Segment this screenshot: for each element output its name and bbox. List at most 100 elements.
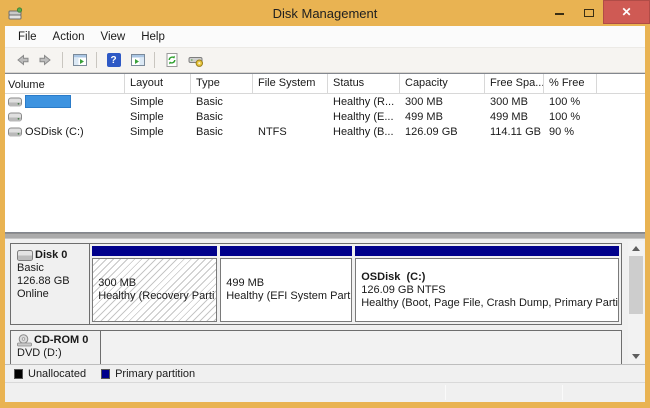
help-button[interactable]: ? bbox=[103, 50, 124, 70]
cell-free-space: 300 MB bbox=[485, 96, 544, 108]
volume-drive-icon bbox=[8, 97, 22, 107]
menu-help[interactable]: Help bbox=[133, 28, 173, 46]
window-frame-bottom bbox=[0, 402, 650, 408]
disk-management-app-icon bbox=[7, 5, 24, 22]
menubar: File Action View Help bbox=[5, 26, 645, 48]
console-tree-button[interactable] bbox=[69, 50, 90, 70]
console-tree-icon bbox=[72, 52, 88, 68]
cell-file-system: NTFS bbox=[253, 126, 328, 138]
disk-management-window: Disk Management ✕ File Action View Help bbox=[0, 0, 650, 408]
legend-label: Primary partition bbox=[115, 368, 195, 380]
scroll-up-icon bbox=[632, 246, 640, 251]
column-header-file-system[interactable]: File System bbox=[253, 74, 328, 93]
disk-gear-icon bbox=[188, 52, 204, 68]
partition-status: Healthy (Boot, Page File, Crash Dump, Pr… bbox=[361, 297, 618, 310]
primary-partition-swatch bbox=[101, 369, 110, 379]
partition-osdisk[interactable]: OSDisk (C:) 126.09 GB NTFS Healthy (Boot… bbox=[355, 246, 619, 322]
legend-label: Unallocated bbox=[28, 368, 86, 380]
cell-free-space: 114.11 GB bbox=[485, 126, 544, 138]
partition-size: 126.09 GB NTFS bbox=[361, 284, 618, 297]
action-pane-icon bbox=[130, 52, 146, 68]
scroll-down-button[interactable] bbox=[628, 349, 644, 363]
close-icon: ✕ bbox=[621, 5, 631, 19]
window-controls: ✕ bbox=[545, 0, 650, 26]
help-icon: ? bbox=[107, 53, 121, 67]
forward-button[interactable] bbox=[35, 50, 56, 70]
back-arrow-icon bbox=[14, 52, 30, 68]
close-button[interactable]: ✕ bbox=[603, 0, 650, 24]
cell-percent-free: 100 % bbox=[544, 111, 597, 123]
cell-type: Basic bbox=[191, 111, 253, 123]
maximize-button[interactable] bbox=[574, 0, 603, 22]
cd-rom-icon bbox=[17, 334, 32, 347]
status-bar bbox=[5, 382, 645, 402]
statusbar-separator bbox=[445, 385, 446, 400]
cell-capacity: 499 MB bbox=[400, 111, 485, 123]
volume-list-pane: Volume Layout Type File System Status Ca… bbox=[5, 73, 645, 233]
partition-recovery[interactable]: 300 MB Healthy (Recovery Parti bbox=[92, 246, 217, 322]
volume-row-osdisk[interactable]: OSDisk (C:) Simple Basic NTFS Healthy (B… bbox=[5, 124, 645, 139]
titlebar[interactable]: Disk Management ✕ bbox=[0, 0, 650, 26]
refresh-button[interactable] bbox=[161, 50, 182, 70]
vertical-scrollbar[interactable] bbox=[628, 241, 644, 363]
column-header-volume[interactable]: Volume bbox=[5, 74, 125, 93]
minimize-icon bbox=[555, 13, 564, 15]
disk-name: Disk 0 bbox=[35, 249, 67, 262]
column-header-layout[interactable]: Layout bbox=[125, 74, 191, 93]
refresh-icon bbox=[164, 52, 180, 68]
disk-0-info[interactable]: Disk 0 Basic 126.88 GB Online bbox=[11, 244, 90, 324]
cell-free-space: 499 MB bbox=[485, 111, 544, 123]
disk-properties-button[interactable] bbox=[185, 50, 206, 70]
volume-drive-icon bbox=[8, 112, 22, 122]
toolbar-separator bbox=[62, 52, 63, 68]
menu-action[interactable]: Action bbox=[45, 28, 93, 46]
cdrom-0-block: CD-ROM 0 DVD (D:) bbox=[10, 330, 622, 364]
cell-layout: Simple bbox=[125, 96, 191, 108]
statusbar-separator bbox=[562, 385, 563, 400]
cell-capacity: 126.09 GB bbox=[400, 126, 485, 138]
cell-type: Basic bbox=[191, 96, 253, 108]
cell-percent-free: 100 % bbox=[544, 96, 597, 108]
partition-type-bar bbox=[220, 246, 352, 256]
back-button[interactable] bbox=[11, 50, 32, 70]
disk-0-partitions: 300 MB Healthy (Recovery Parti 499 MB He… bbox=[90, 244, 621, 324]
toolbar: ? bbox=[5, 48, 645, 73]
column-header-status[interactable]: Status bbox=[328, 74, 400, 93]
disk-type: Basic bbox=[17, 262, 89, 275]
menu-view[interactable]: View bbox=[93, 28, 134, 46]
partition-title: OSDisk (C:) bbox=[361, 271, 618, 284]
disk-status: Online bbox=[17, 288, 89, 301]
scrollbar-thumb[interactable] bbox=[629, 256, 643, 314]
cdrom-media-area[interactable] bbox=[101, 331, 621, 364]
unallocated-swatch bbox=[14, 369, 23, 379]
cdrom-name: CD-ROM 0 bbox=[34, 334, 88, 347]
minimize-button[interactable] bbox=[545, 0, 574, 22]
cell-layout: Simple bbox=[125, 111, 191, 123]
column-header-percent-free[interactable]: % Free bbox=[544, 74, 597, 93]
volume-row-efi[interactable]: Simple Basic Healthy (E... 499 MB 499 MB… bbox=[5, 109, 645, 124]
toolbar-separator bbox=[96, 52, 97, 68]
legend-unallocated: Unallocated bbox=[14, 368, 86, 380]
volume-name: OSDisk (C:) bbox=[25, 126, 84, 138]
volume-row-recovery[interactable]: Simple Basic Healthy (R... 300 MB 300 MB… bbox=[5, 94, 645, 109]
column-header-capacity[interactable]: Capacity bbox=[400, 74, 485, 93]
partition-status: Healthy (Recovery Parti bbox=[98, 290, 216, 303]
scroll-up-button[interactable] bbox=[628, 241, 644, 255]
cell-status: Healthy (R... bbox=[328, 96, 400, 108]
menu-file[interactable]: File bbox=[10, 28, 45, 46]
cell-capacity: 300 MB bbox=[400, 96, 485, 108]
partition-efi[interactable]: 499 MB Healthy (EFI System Partit bbox=[220, 246, 352, 322]
cdrom-0-info[interactable]: CD-ROM 0 DVD (D:) bbox=[11, 331, 101, 364]
maximize-icon bbox=[584, 9, 594, 17]
column-header-free-space[interactable]: Free Spa... bbox=[485, 74, 544, 93]
column-header-type[interactable]: Type bbox=[191, 74, 253, 93]
action-pane-button[interactable] bbox=[127, 50, 148, 70]
partition-size: 300 MB bbox=[98, 277, 216, 290]
toolbar-separator bbox=[154, 52, 155, 68]
legend-primary-partition: Primary partition bbox=[101, 368, 195, 380]
graphical-view-pane: Disk 0 Basic 126.88 GB Online 300 MB Hea… bbox=[5, 239, 645, 364]
selected-volume-name-box[interactable] bbox=[25, 95, 71, 108]
legend-bar: Unallocated Primary partition bbox=[5, 364, 645, 382]
column-header-filler bbox=[597, 74, 645, 93]
cell-status: Healthy (E... bbox=[328, 111, 400, 123]
